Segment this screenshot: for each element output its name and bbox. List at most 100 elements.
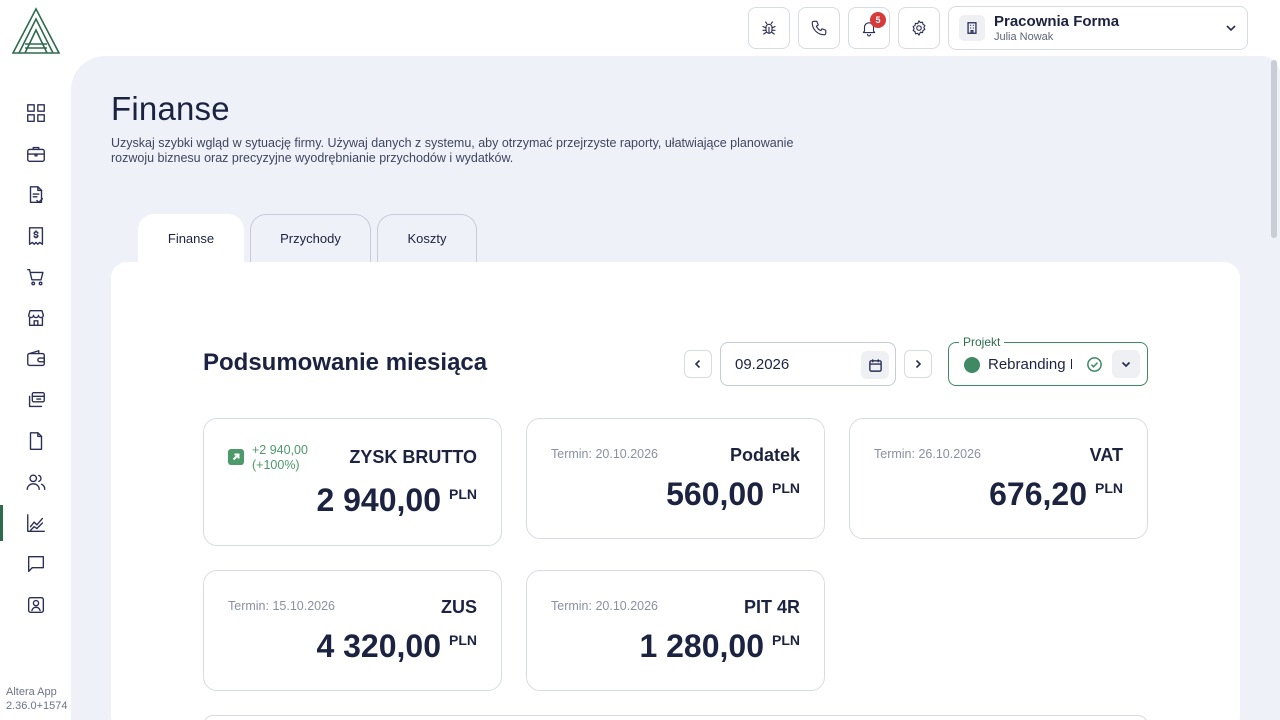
- vat-amount: 676,20 PLN: [989, 475, 1123, 513]
- pit-amount: 1 280,00 PLN: [639, 627, 800, 665]
- chevron-down-icon: [1121, 361, 1131, 368]
- pit-label: PIT 4R: [743, 597, 800, 617]
- trend-value: +2 940,00: [252, 443, 308, 457]
- pit-deadline: Termin: 20.10.2026: [551, 599, 659, 613]
- project-value: Rebranding F: [988, 356, 1072, 373]
- contact-card-icon: [27, 596, 45, 614]
- sidebar-item-finance[interactable]: [0, 505, 72, 541]
- project-select[interactable]: Projekt Rebranding F: [948, 335, 1148, 386]
- invoice-check-icon: [29, 186, 44, 204]
- currency-label: PLN: [449, 632, 477, 648]
- sidebar-item-dashboard[interactable]: [0, 95, 72, 131]
- building-icon: [967, 22, 977, 34]
- zus-amount: 4 320,00 PLN: [316, 627, 477, 665]
- amount-value: 560,00: [666, 476, 764, 512]
- tax-deadline: Termin: 20.10.2026: [551, 447, 659, 461]
- dashboard-icon: [27, 104, 45, 122]
- month-picker[interactable]: 09.2026: [720, 342, 896, 386]
- briefcase-icon: [27, 146, 45, 163]
- user-name: Julia Nowak: [994, 30, 1054, 43]
- tax-card: Termin: 20.10.2026 Podatek 560,00 PLN: [526, 418, 825, 539]
- company-name: Pracownia Forma: [994, 12, 1120, 30]
- vat-card: Termin: 26.10.2026 VAT 676,20 PLN: [849, 418, 1148, 539]
- tax-label: Podatek: [729, 445, 800, 465]
- sidebar-item-transfers[interactable]: [0, 382, 72, 418]
- report-bug-button[interactable]: [748, 7, 790, 49]
- page-scrollbar[interactable]: [1271, 60, 1277, 238]
- tab-koszty[interactable]: Koszty: [377, 214, 477, 262]
- gross-profit-trend: +2 940,00 (+100%): [228, 443, 308, 473]
- check-circle-icon: [1087, 357, 1102, 372]
- sidebar: Altera App 2.36.0+1574: [0, 0, 72, 720]
- amount-value: 2 940,00: [316, 482, 441, 518]
- chevron-right-icon: [915, 359, 922, 369]
- page-title: Finanse: [111, 90, 230, 127]
- project-dropdown-button[interactable]: [1112, 350, 1140, 378]
- calendar-icon: [868, 358, 882, 372]
- app-logo[interactable]: [11, 7, 61, 55]
- store-icon: [27, 309, 45, 327]
- zus-card: Termin: 15.10.2026 ZUS 4 320,00 PLN: [203, 570, 502, 691]
- transfer-cards-icon: [28, 391, 45, 408]
- app-version: Altera App 2.36.0+1574: [6, 685, 72, 713]
- next-section-card: [203, 715, 1148, 720]
- tab-przychody[interactable]: Przychody: [250, 214, 371, 262]
- bug-icon: [762, 21, 776, 35]
- company-icon-box: [959, 15, 985, 41]
- tab-finanse[interactable]: Finanse: [138, 214, 244, 262]
- app-name-text: Altera App: [6, 686, 57, 698]
- month-value: 09.2026: [735, 356, 790, 373]
- open-calendar-button[interactable]: [861, 351, 889, 379]
- project-color-dot: [964, 357, 980, 373]
- previous-month-button[interactable]: [684, 350, 712, 378]
- wallet-icon: [27, 350, 45, 367]
- chart-line-icon: [27, 514, 45, 532]
- vat-label: VAT: [1089, 445, 1123, 465]
- page-description: Uzyskaj szybki wgląd w sytuację firmy. U…: [111, 136, 794, 165]
- call-button[interactable]: [798, 7, 840, 49]
- currency-label: PLN: [1095, 480, 1123, 496]
- tax-amount: 560,00 PLN: [666, 475, 800, 513]
- dollar-document-icon: [28, 227, 44, 245]
- sidebar-item-payments[interactable]: [0, 218, 72, 254]
- sidebar-item-contacts[interactable]: [0, 464, 72, 500]
- notifications-button[interactable]: 5: [848, 7, 890, 49]
- gross-profit-amount: 2 940,00 PLN: [316, 481, 477, 519]
- app-build-text: 2.36.0+1574: [6, 700, 68, 712]
- amount-value: 4 320,00: [316, 628, 441, 664]
- chevron-left-icon: [694, 359, 701, 369]
- trend-up-icon: [228, 449, 244, 465]
- trend-percent: (+100%): [252, 458, 300, 472]
- file-icon: [29, 432, 43, 450]
- currency-label: PLN: [449, 486, 477, 502]
- logo-icon: [11, 7, 61, 54]
- users-icon: [26, 474, 46, 491]
- zus-deadline: Termin: 15.10.2026: [228, 599, 336, 613]
- gross-profit-card: +2 940,00 (+100%) ZYSK BRUTTO 2 940,00 P…: [203, 418, 502, 546]
- sidebar-item-profile[interactable]: [0, 587, 72, 623]
- currency-label: PLN: [772, 480, 800, 496]
- next-month-button[interactable]: [904, 350, 932, 378]
- vat-deadline: Termin: 26.10.2026: [874, 447, 982, 461]
- monthly-summary-title: Podsumowanie miesiąca: [203, 349, 488, 376]
- amount-value: 1 280,00: [639, 628, 764, 664]
- chevron-down-icon: [1226, 25, 1236, 32]
- chat-icon: [27, 555, 45, 573]
- company-switcher[interactable]: Pracownia Forma Julia Nowak: [948, 6, 1248, 50]
- sidebar-item-store[interactable]: [0, 300, 72, 336]
- project-label: Projekt: [959, 335, 1005, 349]
- sidebar-item-orders[interactable]: [0, 259, 72, 295]
- sidebar-item-projects[interactable]: [0, 136, 72, 172]
- sidebar-item-wallet[interactable]: [0, 341, 72, 377]
- sidebar-item-messages[interactable]: [0, 546, 72, 582]
- trend-text: +2 940,00 (+100%): [252, 443, 308, 473]
- sidebar-item-invoices[interactable]: [0, 177, 72, 213]
- sidebar-item-documents[interactable]: [0, 423, 72, 459]
- pit-card: Termin: 20.10.2026 PIT 4R 1 280,00 PLN: [526, 570, 825, 691]
- currency-label: PLN: [772, 632, 800, 648]
- settings-button[interactable]: [898, 7, 940, 49]
- amount-value: 676,20: [989, 476, 1087, 512]
- gear-icon: [912, 20, 926, 36]
- company-names: Pracownia Forma Julia Nowak: [994, 13, 1119, 44]
- phone-icon: [811, 20, 827, 36]
